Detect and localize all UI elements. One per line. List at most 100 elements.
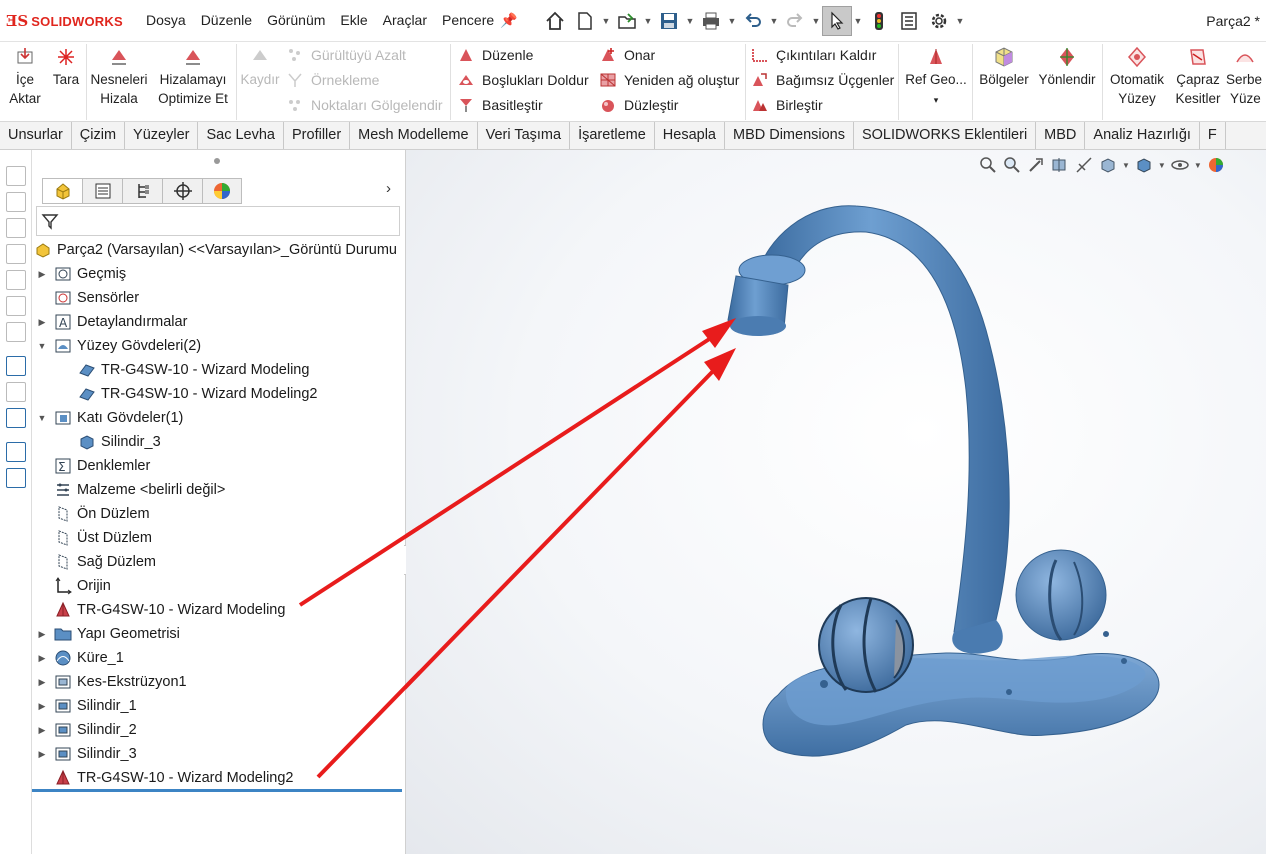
faucet-model[interactable] — [727, 205, 1160, 757]
graphics-area[interactable]: ▼ ▼ ▼ — [406, 150, 1266, 854]
tree-root[interactable]: Parça2 (Varsayılan) <<Varsayılan>_Görünt… — [34, 238, 397, 262]
toolbar-paste-icon[interactable] — [6, 468, 26, 488]
collapse-arrow-icon[interactable]: ▼ — [36, 341, 48, 351]
open-dropdown-icon[interactable]: ▼ — [642, 6, 654, 36]
expand-arrow-icon[interactable]: ▶ — [36, 629, 48, 640]
menu-item[interactable]: Pencere — [442, 12, 501, 28]
merge-button[interactable]: Birleştir — [751, 94, 823, 116]
smooth-button[interactable]: Düzleştir — [599, 94, 678, 116]
tree-item[interactable]: TR-G4SW-10 - Wizard Modeling2 — [36, 766, 294, 790]
expand-arrow-icon[interactable]: ▶ — [36, 317, 48, 328]
open-icon[interactable] — [612, 6, 642, 36]
expand-arrow-icon[interactable]: ▶ — [36, 749, 48, 760]
tree-item[interactable]: TR-G4SW-10 - Wizard Modeling — [36, 598, 285, 622]
expand-arrow-icon[interactable]: ▶ — [36, 269, 48, 280]
ribbon-tab[interactable]: Veri Taşıma — [478, 122, 571, 149]
scroll-button[interactable]: Kaydır — [239, 46, 281, 89]
tree-item[interactable]: Σ Denklemler — [36, 454, 150, 478]
ref-geometry-button[interactable]: Ref Geo... ▾ — [902, 46, 970, 110]
feature-manager-tab[interactable] — [42, 178, 82, 204]
tree-item[interactable]: Silindir_3 — [60, 430, 161, 454]
panel-grip[interactable] — [214, 158, 220, 164]
menu-item[interactable]: Araçlar — [383, 12, 434, 28]
toolbar-tool-icon[interactable] — [6, 322, 26, 342]
tree-item[interactable]: ▶ Küre_1 — [36, 646, 124, 670]
tree-item[interactable]: TR-G4SW-10 - Wizard Modeling — [60, 358, 309, 382]
orient-button[interactable]: Yönlendir — [1036, 46, 1098, 89]
tree-item[interactable]: ▶ Silindir_3 — [36, 742, 137, 766]
cross-sections-button[interactable]: Çapraz Kesitler — [1172, 46, 1224, 108]
select-icon[interactable] — [822, 6, 852, 36]
ribbon-tab[interactable]: İşaretleme — [570, 122, 655, 149]
collapse-arrow-icon[interactable]: ▼ — [36, 413, 48, 423]
expand-arrow-icon[interactable]: ▶ — [36, 725, 48, 736]
select-dropdown-icon[interactable]: ▼ — [852, 6, 864, 36]
ribbon-tab[interactable]: Mesh Modelleme — [350, 122, 478, 149]
tree-item[interactable]: Malzeme <belirli değil> — [36, 478, 225, 502]
expand-arrow-icon[interactable]: ▶ — [36, 677, 48, 688]
sample-button[interactable]: Örnekleme — [286, 69, 379, 91]
toolbar-tool-icon[interactable] — [6, 166, 26, 186]
tree-item[interactable]: ▶ Geçmiş — [36, 262, 127, 286]
expand-arrow-icon[interactable]: ▶ — [36, 653, 48, 664]
remesh-button[interactable]: Yeniden ağ oluştur — [599, 69, 739, 91]
options-icon[interactable] — [924, 6, 954, 36]
rebuild-icon[interactable] — [864, 6, 894, 36]
detach-triangles-button[interactable]: Bağımsız Üçgenler — [751, 69, 894, 91]
redo-dropdown-icon[interactable]: ▼ — [810, 6, 822, 36]
tree-item[interactable]: TR-G4SW-10 - Wizard Modeling2 — [60, 382, 318, 406]
ribbon-tab[interactable]: Çizim — [72, 122, 126, 149]
new-dropdown-icon[interactable]: ▼ — [600, 6, 612, 36]
import-button[interactable]: İçe Aktar — [6, 46, 44, 108]
options-dropdown-icon[interactable]: ▼ — [954, 6, 966, 36]
solidworks-logo[interactable]: ƎS SOLIDWORKS — [6, 10, 123, 32]
print-icon[interactable] — [696, 6, 726, 36]
redo-icon[interactable] — [780, 6, 810, 36]
ribbon-tab[interactable]: F — [1200, 122, 1226, 149]
free-surface-button[interactable]: Serbe Yüze — [1226, 46, 1266, 108]
remove-features-button[interactable]: Çıkıntıları Kaldır — [751, 44, 876, 66]
align-objects-button[interactable]: Nesneleri Hizala — [88, 46, 150, 108]
tree-item[interactable]: ▶ Kes-Ekstrüzyon1 — [36, 670, 187, 694]
menu-item[interactable]: Dosya — [146, 12, 193, 28]
menu-item[interactable]: Ekle — [340, 12, 374, 28]
save-dropdown-icon[interactable]: ▼ — [684, 6, 696, 36]
tree-item[interactable]: ▶ Silindir_2 — [36, 718, 137, 742]
more-tabs-chevron-icon[interactable]: › — [386, 180, 391, 197]
ribbon-tab[interactable]: Hesapla — [655, 122, 725, 149]
tree-item[interactable]: ▶ Yapı Geometrisi — [36, 622, 180, 646]
ribbon-tab[interactable]: MBD Dimensions — [725, 122, 854, 149]
pin-menu-icon[interactable]: 📌 — [500, 12, 517, 29]
tree-item[interactable]: ▶ Silindir_1 — [36, 694, 137, 718]
simplify-button[interactable]: Basitleştir — [457, 94, 543, 116]
toolbar-select-icon[interactable] — [6, 356, 26, 376]
feature-tree-filter[interactable] — [36, 206, 400, 236]
configuration-manager-tab[interactable] — [122, 178, 162, 204]
toolbar-copy-icon[interactable] — [6, 442, 26, 462]
toolbar-tool-icon[interactable] — [6, 244, 26, 264]
tree-item[interactable]: Sağ Düzlem — [36, 550, 156, 574]
tree-item[interactable]: ▼ Yüzey Gövdeleri(2) — [36, 334, 202, 358]
tree-item[interactable]: ▼ Katı Gövdeler(1) — [36, 406, 184, 430]
ribbon-tab[interactable]: Sac Levha — [198, 122, 284, 149]
ribbon-tab[interactable]: MBD — [1036, 122, 1086, 149]
tree-item[interactable]: Orijin — [36, 574, 111, 598]
expand-arrow-icon[interactable]: ▶ — [36, 701, 48, 712]
ribbon-tab[interactable]: Yüzeyler — [125, 122, 199, 149]
undo-icon[interactable] — [738, 6, 768, 36]
ribbon-tab[interactable]: SOLIDWORKS Eklentileri — [854, 122, 1037, 149]
toolbar-tool-icon[interactable] — [6, 218, 26, 238]
reduce-noise-button[interactable]: Gürültüyü Azalt — [286, 44, 406, 66]
shade-points-button[interactable]: Noktaları Gölgelendir — [286, 94, 443, 116]
save-icon[interactable] — [654, 6, 684, 36]
undo-dropdown-icon[interactable]: ▼ — [768, 6, 780, 36]
scan-button[interactable]: Tara — [50, 46, 82, 89]
repair-button[interactable]: Onar — [599, 44, 655, 66]
optimize-align-button[interactable]: Hizalamayı Optimize Et — [154, 46, 232, 108]
print-dropdown-icon[interactable]: ▼ — [726, 6, 738, 36]
auto-surface-button[interactable]: Otomatik Yüzey — [1106, 46, 1168, 108]
tree-item[interactable]: Ön Düzlem — [36, 502, 150, 526]
toolbar-display-icon[interactable] — [6, 408, 26, 428]
tree-item[interactable]: ▶ A Detaylandırmalar — [36, 310, 188, 334]
menu-item[interactable]: Görünüm — [267, 12, 332, 28]
